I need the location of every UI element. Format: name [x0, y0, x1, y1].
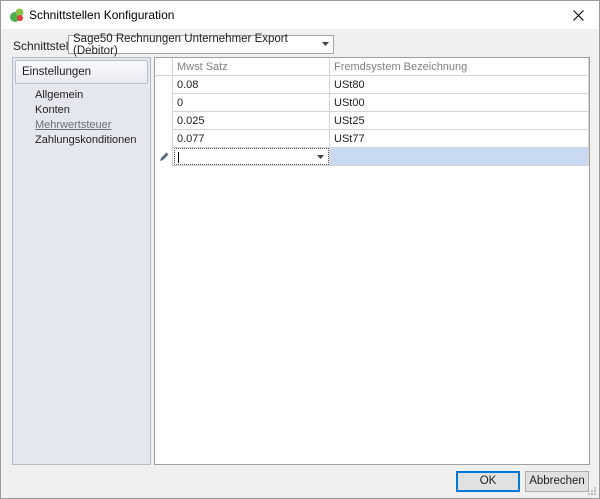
vat-grid: Mwst Satz Fremdsystem Bezeichnung 0.08 U… — [154, 57, 590, 465]
text-caret — [178, 152, 179, 163]
cell-mwst-satz[interactable]: 0.077 — [173, 130, 330, 148]
column-header-fremdsystem-bezeichnung[interactable]: Fremdsystem Bezeichnung — [330, 58, 589, 76]
close-icon — [572, 9, 584, 21]
dialog-window: Schnittstellen Konfiguration Schnittstel… — [0, 0, 600, 499]
cell-mwst-satz[interactable]: 0 — [173, 94, 330, 112]
grid-header: Mwst Satz Fremdsystem Bezeichnung — [155, 58, 589, 76]
resize-grip-icon[interactable] — [587, 486, 597, 496]
interface-selected-value: Sage50 Rechnungen Unternehmer Export (De… — [73, 32, 288, 57]
cell-fremdsystem[interactable] — [330, 148, 589, 166]
cell-mwst-satz[interactable]: 0.025 — [173, 112, 330, 130]
settings-sidebar: Einstellungen Allgemein Konten Mehrwerts… — [12, 57, 151, 465]
title-bar: Schnittstellen Konfiguration — [1, 1, 599, 29]
row-indicator — [155, 94, 173, 112]
row-indicator — [155, 130, 173, 148]
cell-fremdsystem[interactable]: USt80 — [330, 76, 589, 94]
mwst-satz-combobox-editor[interactable] — [174, 148, 329, 165]
header-indicator-cell — [155, 58, 173, 76]
table-row[interactable]: 0.025 USt25 — [155, 112, 589, 130]
row-indicator — [155, 148, 173, 166]
column-header-mwst-satz[interactable]: Mwst Satz — [173, 58, 330, 76]
chevron-down-icon — [322, 42, 329, 46]
row-indicator — [155, 76, 173, 94]
table-row[interactable]: 0.077 USt77 — [155, 130, 589, 148]
app-icon — [10, 8, 24, 22]
cell-fremdsystem[interactable]: USt25 — [330, 112, 589, 130]
ok-button[interactable]: OK — [456, 471, 520, 492]
sidebar-item-allgemein[interactable]: Allgemein — [35, 88, 137, 103]
cancel-button[interactable]: Abbrechen — [525, 471, 589, 492]
close-button[interactable] — [557, 1, 599, 29]
sidebar-header[interactable]: Einstellungen — [15, 60, 148, 84]
chevron-down-icon[interactable] — [317, 155, 324, 159]
sidebar-items: Allgemein Konten Mehrwertsteuer Zahlungs… — [35, 88, 137, 148]
sidebar-item-konten[interactable]: Konten — [35, 103, 137, 118]
window-title: Schnittstellen Konfiguration — [29, 8, 175, 22]
table-row[interactable]: 0 USt00 — [155, 94, 589, 112]
cell-fremdsystem[interactable]: USt77 — [330, 130, 589, 148]
interface-dropdown[interactable]: Sage50 Rechnungen Unternehmer Export (De… — [68, 32, 334, 57]
pencil-icon — [160, 152, 169, 161]
row-indicator — [155, 112, 173, 130]
sidebar-item-mehrwertsteuer[interactable]: Mehrwertsteuer — [35, 118, 137, 133]
cell-mwst-satz[interactable]: 0.08 — [173, 76, 330, 94]
table-row[interactable]: 0.08 USt80 — [155, 76, 589, 94]
new-row[interactable] — [155, 148, 589, 166]
cell-fremdsystem[interactable]: USt00 — [330, 94, 589, 112]
sidebar-item-zahlungskonditionen[interactable]: Zahlungskonditionen — [35, 133, 137, 148]
